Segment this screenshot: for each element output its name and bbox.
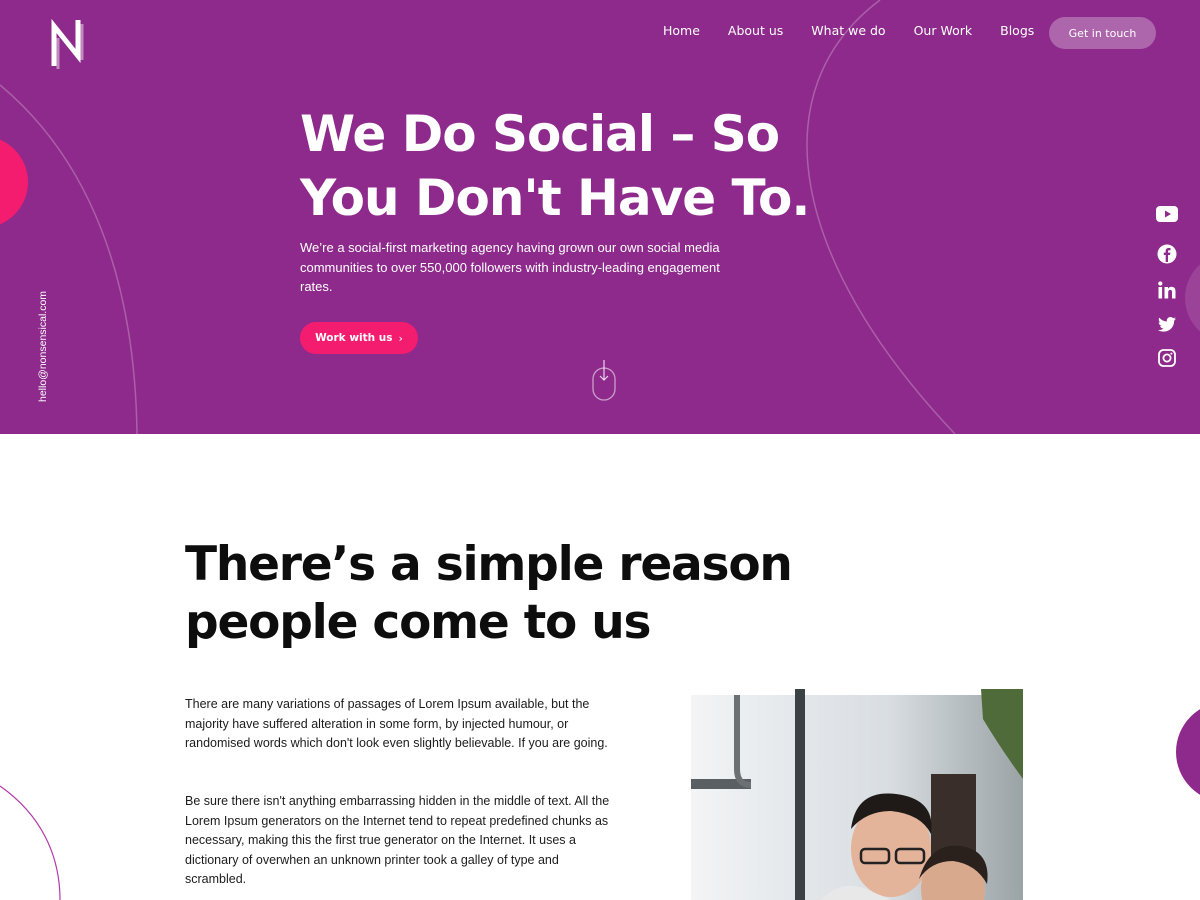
twitter-icon[interactable] (1155, 313, 1179, 335)
scroll-mouse-icon[interactable] (590, 358, 618, 402)
nav-home[interactable]: Home (663, 23, 700, 38)
section-paragraph-1: There are many variations of passages of… (185, 697, 608, 750)
nav-what-we-do[interactable]: What we do (811, 23, 885, 38)
work-with-us-button[interactable]: Work with us › (300, 322, 418, 354)
section-title: There’s a simple reason people come to u… (185, 537, 793, 650)
work-with-us-label: Work with us (315, 332, 393, 344)
hero-title: We Do Social – So You Don't Have To. (300, 105, 810, 227)
nav-blogs[interactable]: Blogs (1000, 23, 1034, 38)
nav-our-work[interactable]: Our Work (914, 23, 973, 38)
chevron-right-icon: › (398, 331, 403, 345)
hero-subtitle: We’re a social-first marketing agency ha… (300, 240, 720, 294)
instagram-icon[interactable] (1155, 347, 1179, 369)
hero-section: Home About us What we do Our Work Blogs … (0, 0, 1200, 434)
team-photo (691, 689, 1023, 900)
nonsensical-logo[interactable] (48, 16, 88, 70)
youtube-icon[interactable] (1155, 203, 1179, 225)
linkedin-icon[interactable] (1155, 279, 1179, 301)
contact-email[interactable]: hello@nonsensical.com (37, 291, 49, 402)
facebook-icon[interactable] (1155, 243, 1179, 265)
get-in-touch-button[interactable]: Get in touch (1049, 17, 1156, 49)
main-nav: Home About us What we do Our Work Blogs (663, 23, 1034, 38)
pink-circle-decoration (0, 139, 28, 225)
nav-about-us[interactable]: About us (728, 23, 783, 38)
section-paragraph-2: Be sure there isn't anything embarrassin… (185, 794, 610, 886)
